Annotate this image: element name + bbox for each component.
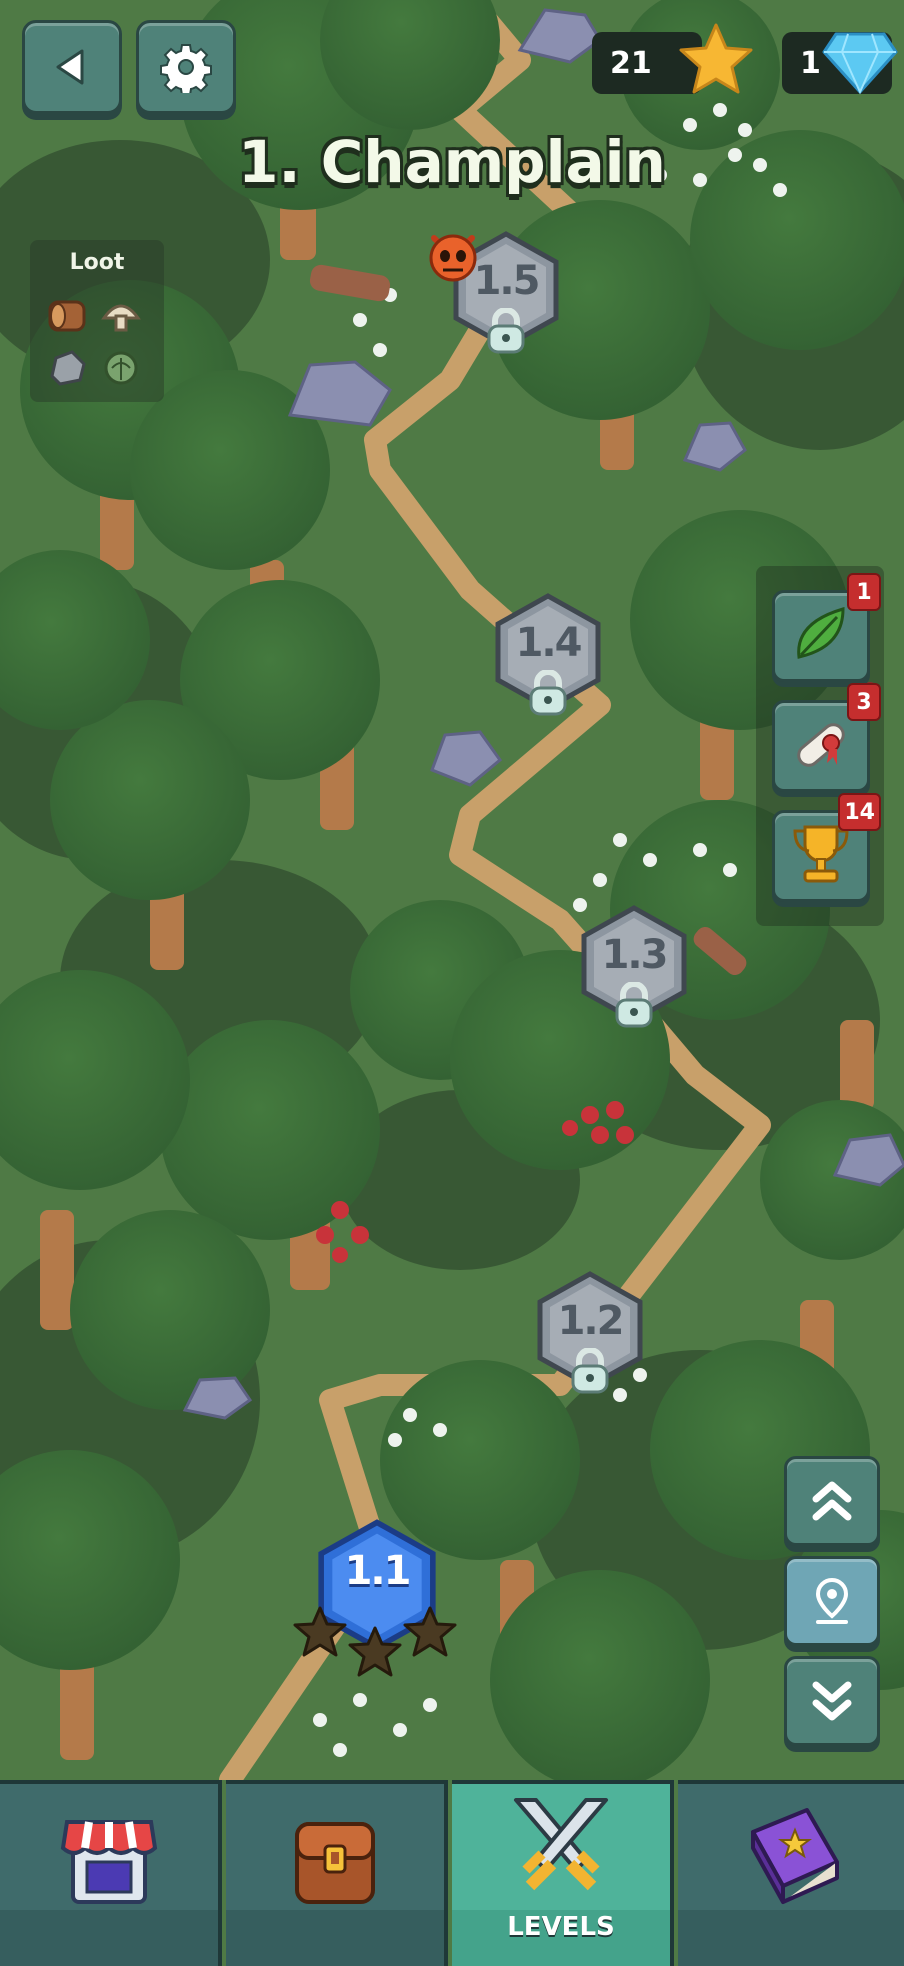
tab-shop[interactable] <box>0 1780 222 1966</box>
boss-skull-icon <box>429 234 477 282</box>
double-chevron-up-icon <box>812 1481 852 1521</box>
star-count: 21 <box>610 45 652 81</box>
padlock-icon <box>487 308 525 354</box>
zone-title: 1. Champlain <box>238 128 666 196</box>
notification-badge: 3 <box>847 683 881 721</box>
level-node-1-2[interactable]: 1.2 <box>530 1270 650 1400</box>
scroll-down-button[interactable] <box>784 1656 880 1746</box>
wood-log-icon <box>48 300 86 332</box>
scroll-icon <box>797 723 845 767</box>
tab-spellbook[interactable] <box>678 1780 904 1966</box>
spellbook-icon <box>751 1808 839 1904</box>
star-icon <box>679 23 753 94</box>
back-arrow-icon <box>56 49 84 85</box>
level-label: 1.1 <box>344 1548 412 1594</box>
gem-count: 1 <box>800 45 821 81</box>
level-node-1-3[interactable]: 1.3 <box>574 904 694 1034</box>
padlock-icon <box>529 670 567 716</box>
trophy-icon <box>793 825 849 883</box>
scroll-quest-button[interactable]: 3 <box>772 683 881 792</box>
leaf-icon <box>797 606 845 659</box>
level-node-1-4[interactable]: 1.4 <box>488 592 608 722</box>
loot-title: Loot <box>69 250 125 275</box>
herb-icon <box>104 351 138 385</box>
empty-star-icon <box>293 1606 347 1657</box>
tab-levels[interactable]: LEVELS <box>452 1780 674 1966</box>
back-button[interactable] <box>22 20 122 114</box>
settings-button[interactable] <box>136 20 236 114</box>
padlock-icon <box>571 1348 609 1394</box>
leaf-quest-button[interactable]: 1 <box>772 573 881 682</box>
tab-label: LEVELS <box>507 1912 615 1942</box>
empty-star-icon <box>403 1606 457 1657</box>
notification-badge: 14 <box>838 793 881 831</box>
empty-star-icon <box>348 1626 402 1677</box>
level-label: 1.4 <box>515 620 583 666</box>
level-stars-rating <box>293 1606 457 1677</box>
diamond-icon <box>822 32 898 95</box>
notification-badge: 1 <box>847 573 881 611</box>
map-pin-icon <box>815 1577 849 1624</box>
trophy-button[interactable]: 14 <box>772 793 881 902</box>
backpack-icon <box>295 1822 375 1904</box>
level-label: 1.2 <box>557 1298 625 1344</box>
double-chevron-down-icon <box>812 1681 852 1721</box>
crossed-swords-icon <box>514 1798 608 1891</box>
gear-icon <box>160 44 212 93</box>
scroll-up-button[interactable] <box>784 1456 880 1546</box>
padlock-icon <box>615 982 653 1028</box>
bottom-tab-bar: LEVELS <box>0 1780 904 1966</box>
locate-current-level-button[interactable] <box>784 1556 880 1646</box>
loot-panel: Loot <box>30 240 164 402</box>
stone-icon <box>50 350 86 386</box>
level-label: 1.3 <box>601 932 669 978</box>
mushroom-icon <box>101 304 141 332</box>
tab-inventory[interactable] <box>226 1780 448 1966</box>
shop-icon <box>60 1820 158 1904</box>
